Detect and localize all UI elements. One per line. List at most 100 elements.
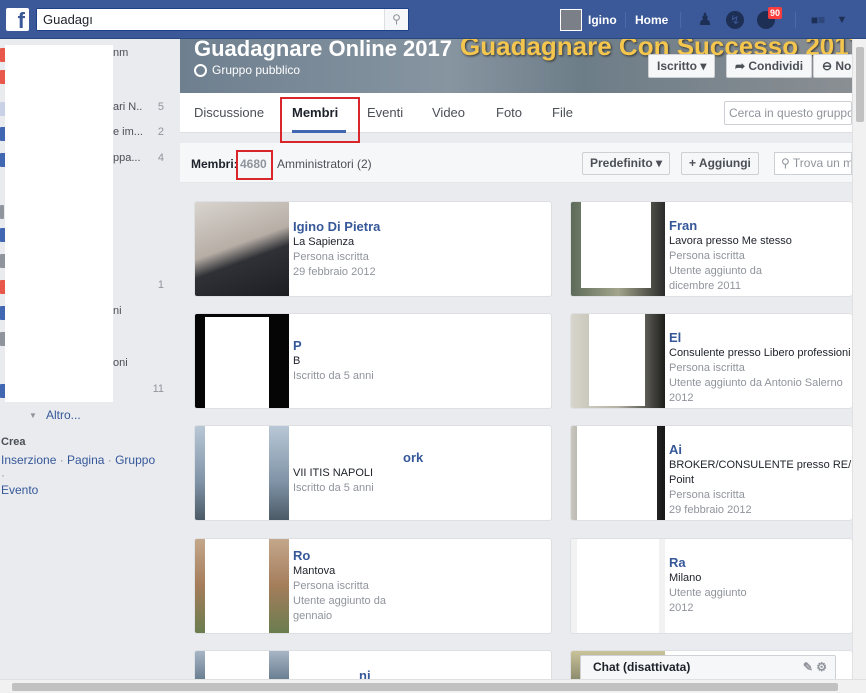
divider <box>795 12 796 28</box>
sidebar-item-count: 2 <box>157 126 164 138</box>
share-button[interactable]: ➦ Condividi <box>726 54 813 78</box>
redacted-area <box>577 539 659 633</box>
member-photo[interactable] <box>195 202 289 296</box>
top-navigation-bar: f ⚲ Igino Home ♟ ↯ 90 ■≡ ▼ <box>0 0 866 39</box>
member-card[interactable]: ork VII ITIS NAPOLI Iscritto da 5 anni <box>194 425 552 521</box>
member-name[interactable]: El <box>669 330 681 345</box>
admins-link[interactable]: Amministratori (2) <box>277 157 372 171</box>
member-name[interactable]: ork <box>403 450 423 465</box>
sidebar-item-label: e im... <box>113 126 143 138</box>
friend-requests-icon[interactable]: ♟ <box>695 10 715 30</box>
group-search-input[interactable]: Cerca in questo gruppo <box>724 101 852 125</box>
home-link[interactable]: Home <box>635 13 668 27</box>
member-card[interactable]: Ai BROKER/CONSULENTE presso RE/ Point Pe… <box>570 425 852 521</box>
member-detail: Utente aggiunto da <box>293 595 386 607</box>
sidebar-item-icon <box>0 205 4 219</box>
tab-video[interactable]: Video <box>432 105 465 120</box>
tab-discussione[interactable]: Discussione <box>194 105 264 120</box>
member-card[interactable]: Ra Milano Utente aggiunto 2012 <box>570 538 852 634</box>
share-label: Condividi <box>748 59 804 73</box>
chat-bar[interactable]: Chat (disattivata) ✎ ⚙ <box>580 655 836 679</box>
highlight-box-member-count <box>236 150 273 180</box>
redacted-area <box>205 426 269 520</box>
find-member-input[interactable]: ⚲ Trova un m <box>774 152 852 175</box>
tab-file[interactable]: File <box>552 105 573 120</box>
scrollbar-thumb[interactable] <box>12 683 838 691</box>
chat-controls: ✎ ⚙ <box>803 656 827 678</box>
vertical-scrollbar[interactable] <box>852 39 866 679</box>
sidebar-item-count: 5 <box>157 101 164 113</box>
create-group-link[interactable]: Gruppo <box>115 453 155 467</box>
member-detail: Milano <box>669 572 702 584</box>
member-name[interactable]: ni <box>359 668 371 679</box>
member-detail: 29 febbraio 2012 <box>293 266 376 278</box>
sidebar-item-label: ni <box>113 305 122 317</box>
redacted-area <box>577 426 657 520</box>
member-name[interactable]: Ra <box>669 555 686 570</box>
member-detail: Persona iscritta <box>293 580 369 592</box>
member-detail: 29 febbraio 2012 <box>669 504 752 516</box>
horizontal-scrollbar[interactable] <box>0 679 866 693</box>
sort-dropdown[interactable]: Predefinito ▾ <box>582 152 671 175</box>
compose-icon[interactable]: ✎ <box>803 660 813 674</box>
member-name[interactable]: P <box>293 338 302 353</box>
chevron-down-icon: ▼ <box>29 411 37 420</box>
search-box: ⚲ <box>36 8 409 31</box>
member-detail: Lavora presso Me stesso <box>669 235 792 247</box>
messenger-icon[interactable]: ↯ <box>726 11 744 29</box>
profile-name: Igino <box>588 12 617 27</box>
member-detail: Persona iscritta <box>293 251 369 263</box>
member-name[interactable]: Fran <box>669 218 697 233</box>
create-event-link[interactable]: Evento <box>1 483 38 497</box>
see-more-link[interactable]: Altro... <box>46 408 81 422</box>
member-name[interactable]: Ai <box>669 442 682 457</box>
bell-icon: ⊖ <box>822 59 836 73</box>
member-detail: 2012 <box>669 392 694 404</box>
notifications-button[interactable]: ⊖ No <box>813 54 852 78</box>
joined-button[interactable]: Iscritto ▾ <box>648 54 716 78</box>
member-card[interactable]: Igino Di Pietra La Sapienza Persona iscr… <box>194 201 552 297</box>
member-card[interactable]: P B Iscritto da 5 anni <box>194 313 552 409</box>
group-title[interactable]: Guadagnare Online 2017 <box>194 39 452 62</box>
sidebar-item-count: 4 <box>157 152 164 164</box>
redacted-area <box>589 314 645 406</box>
privacy-lock-icon[interactable]: ■≡ <box>808 10 828 30</box>
create-ad-link[interactable]: Inserzione <box>1 453 56 467</box>
facebook-logo-icon[interactable]: f <box>6 8 29 31</box>
member-detail: VII ITIS NAPOLI <box>293 467 374 479</box>
search-icon[interactable]: ⚲ <box>384 9 408 30</box>
scrollbar-thumb[interactable] <box>856 47 864 122</box>
member-card[interactable]: Fran Lavora presso Me stesso Persona isc… <box>570 201 852 297</box>
member-card[interactable]: El Consulente presso Libero professioni … <box>570 313 852 409</box>
find-member-placeholder: Trova un m <box>792 156 852 170</box>
plus-icon: + <box>689 156 699 170</box>
tab-eventi[interactable]: Eventi <box>367 105 403 120</box>
notification-badge: 90 <box>768 7 783 19</box>
search-input[interactable] <box>37 9 377 30</box>
member-detail: Point <box>669 474 695 486</box>
add-member-button[interactable]: + Aggiungi <box>681 152 759 175</box>
member-detail: Iscritto da 5 anni <box>293 482 374 494</box>
sidebar-item-count: 11 <box>152 383 164 395</box>
tab-foto[interactable]: Foto <box>496 105 522 120</box>
members-header: Membri: 4680 Amministratori (2) Predefin… <box>180 143 852 183</box>
member-detail: Persona iscritta <box>669 250 745 262</box>
sidebar-item-label: ari N.. <box>113 101 143 113</box>
member-card[interactable]: ni <box>194 650 552 679</box>
sidebar-item-label: nm <box>113 47 129 59</box>
member-name[interactable]: Ro <box>293 548 310 563</box>
divider <box>625 12 626 28</box>
member-detail: B <box>293 355 301 367</box>
profile-link[interactable]: Igino <box>560 7 617 32</box>
member-card[interactable]: Ro Mantova Persona iscritta Utente aggiu… <box>194 538 552 634</box>
members-label: Membri: <box>191 157 238 171</box>
redacted-area <box>205 651 269 679</box>
sidebar-item-label: ppa... <box>113 152 141 164</box>
member-detail: Consulente presso Libero professioni <box>669 347 851 359</box>
gear-icon[interactable]: ⚙ <box>816 660 827 674</box>
member-name[interactable]: Igino Di Pietra <box>293 219 380 234</box>
account-menu-chevron-down-icon[interactable]: ▼ <box>832 10 852 30</box>
add-member-label: Aggiungi <box>698 156 751 170</box>
divider <box>680 12 681 28</box>
create-page-link[interactable]: Pagina <box>67 453 104 467</box>
